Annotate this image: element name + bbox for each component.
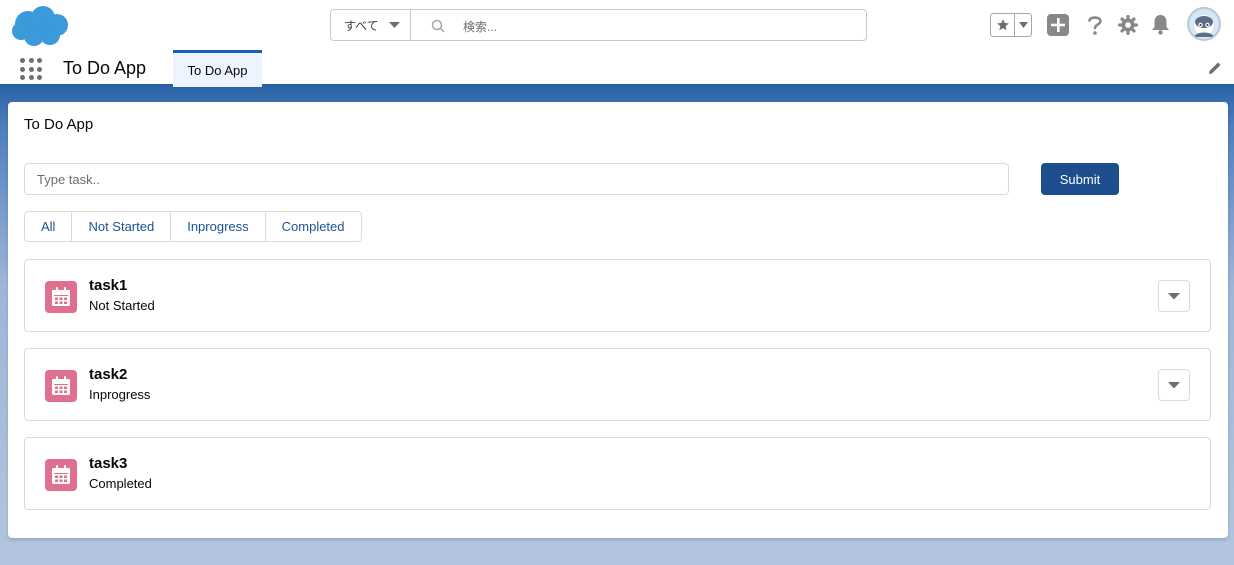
search-scope-label: すべて [344,18,379,33]
add-icon[interactable] [1047,14,1069,36]
app-nav-bar: To Do App To Do App [0,50,1234,87]
task-actions-menu-button[interactable] [1158,369,1190,401]
task-status: Inprogress [89,387,151,402]
tab-to-do-app[interactable]: To Do App [173,50,262,87]
event-calendar-icon [45,281,77,313]
status-filter-group: All Not Started Inprogress Completed [24,211,362,242]
task-card: task1 Not Started [24,259,1211,332]
filter-completed-button[interactable]: Completed [266,212,361,241]
avatar[interactable] [1187,7,1221,41]
caret-down-icon [389,22,400,28]
task-name: task1 [89,277,128,294]
favorites-star-icon[interactable] [991,14,1015,36]
search-scope-dropdown[interactable]: すべて [331,10,411,40]
task-card: task3 Completed [24,437,1211,510]
favorites-menu-icon[interactable] [1015,14,1031,36]
tab-label: To Do App [187,62,248,78]
event-calendar-icon [45,459,77,491]
global-header: すべて 検索... [0,0,1234,50]
filter-all-button[interactable]: All [25,212,73,241]
submit-button[interactable]: Submit [1041,163,1119,195]
search-input[interactable]: 検索... [463,18,497,35]
edit-pencil-icon[interactable] [1208,61,1222,75]
search-icon [431,19,445,33]
todo-card: To Do App Submit All Not Started Inprogr… [8,102,1228,538]
task-name: task2 [89,366,128,383]
notification-bell-icon[interactable] [1151,13,1170,35]
task-input[interactable] [24,163,1009,195]
setup-gear-icon[interactable] [1118,15,1138,35]
app-name: To Do App [63,58,147,78]
card-title: To Do App [24,116,94,133]
task-name: task3 [89,455,128,472]
caret-down-icon [1168,293,1180,300]
favorites-group [990,13,1032,37]
filter-not-started-button[interactable]: Not Started [72,212,172,241]
global-search: すべて 検索... [330,9,867,41]
event-calendar-icon [45,370,77,402]
help-icon[interactable] [1087,14,1103,36]
caret-down-icon [1168,382,1180,389]
task-card: task2 Inprogress [24,348,1211,421]
app-launcher-icon[interactable] [20,58,42,80]
filter-inprogress-button[interactable]: Inprogress [171,212,266,241]
task-status: Completed [89,476,152,491]
salesforce-logo[interactable] [10,5,70,47]
task-status: Not Started [89,298,155,313]
task-actions-menu-button[interactable] [1158,280,1190,312]
